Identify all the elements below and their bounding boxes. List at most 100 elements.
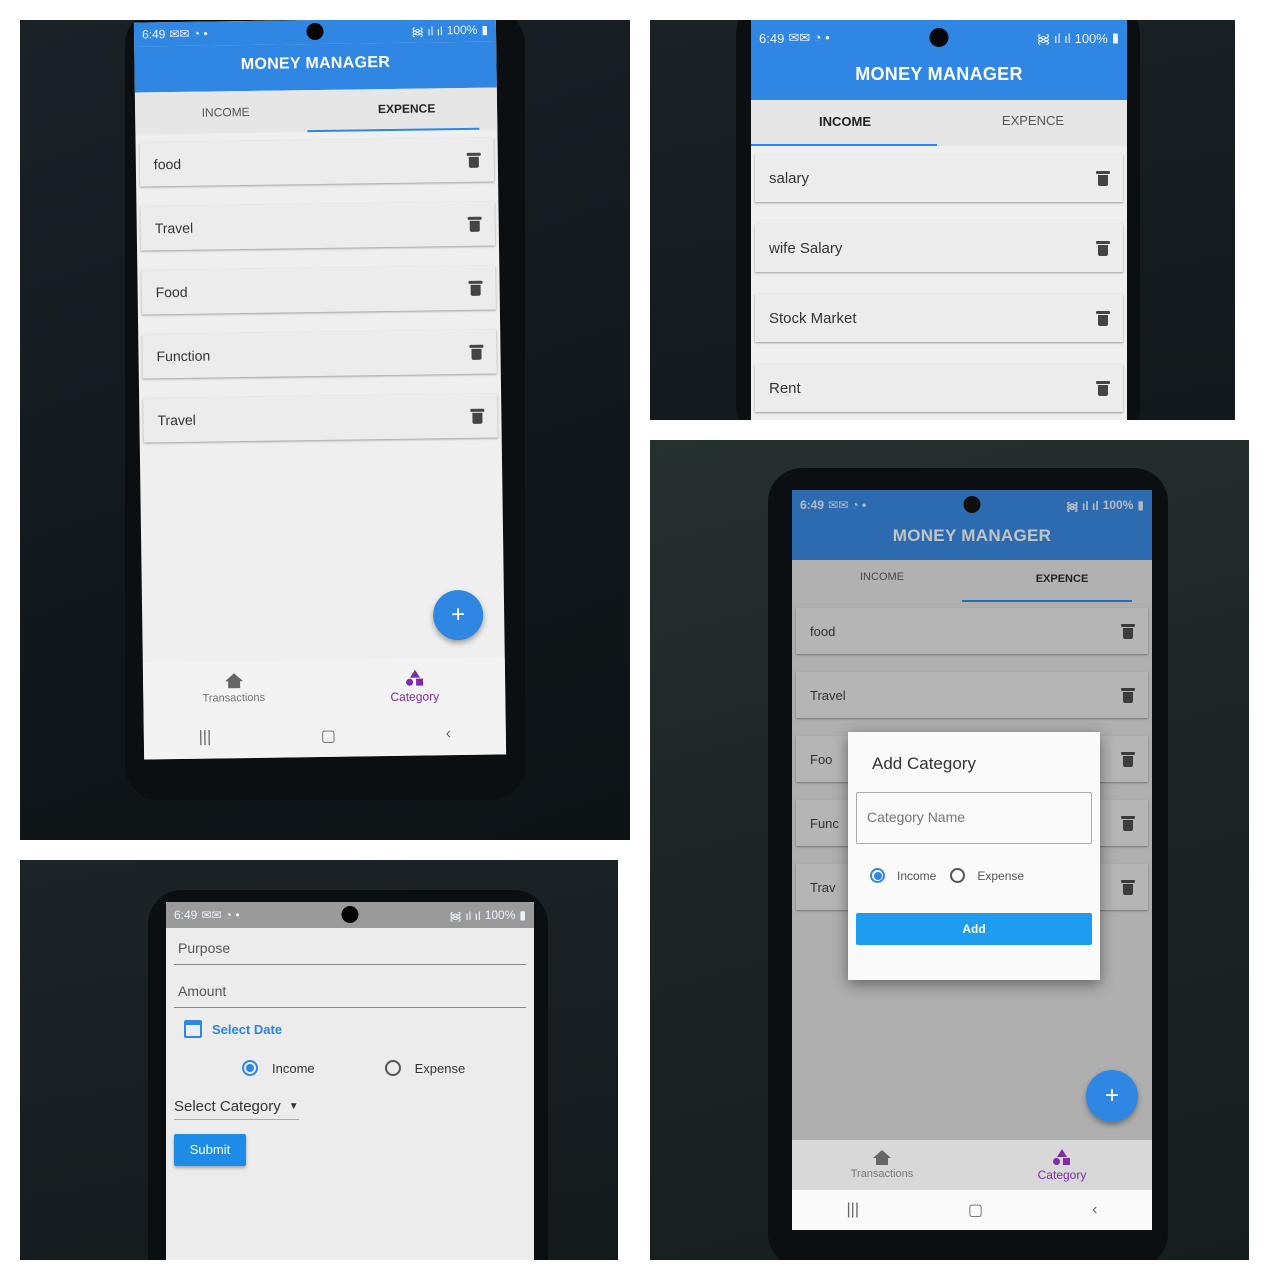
home-icon xyxy=(224,673,243,689)
category-name: Food xyxy=(155,283,188,301)
add-category-dialog: Add Category Category Name Income Expens… xyxy=(848,732,1100,980)
dialog-title: Add Category xyxy=(872,754,976,773)
category-name: salary xyxy=(769,169,810,187)
home-icon xyxy=(873,1150,891,1165)
add-button[interactable]: Add xyxy=(856,913,1092,945)
notification-icons: ✉✉ ◔ • xyxy=(169,26,208,42)
delete-icon[interactable] xyxy=(1096,170,1110,186)
list-item[interactable]: Food xyxy=(141,265,496,315)
delete-icon[interactable] xyxy=(1096,310,1110,326)
income-radio[interactable] xyxy=(870,868,885,883)
list-item[interactable]: Stock Market xyxy=(755,294,1123,342)
recents-icon[interactable]: ||| xyxy=(847,1201,859,1219)
income-category-list: salary wife Salary Stock Market Rent xyxy=(751,146,1127,412)
type-radio-group: Income Expense xyxy=(174,1060,524,1076)
delete-icon[interactable] xyxy=(469,216,481,231)
category-name: Function xyxy=(156,347,211,365)
expense-category-list: food Travel Food Function Travel xyxy=(135,129,501,443)
nav-transactions[interactable]: Transactions xyxy=(143,660,325,718)
category-name: Travel xyxy=(157,411,196,429)
signal-icon: ᯼ ıl ıl xyxy=(449,908,481,923)
expense-radio[interactable] xyxy=(384,1060,401,1076)
delete-icon[interactable] xyxy=(468,152,480,167)
tab-expense[interactable]: EXPENCE xyxy=(939,100,1127,146)
add-category-fab[interactable]: + xyxy=(1086,1070,1138,1122)
category-dropdown-label: Select Category xyxy=(174,1098,281,1115)
phone-frame: 6:49 ✉✉ ◔ • ᯼ ıl ıl 100% ▮ Purpose Amount S… xyxy=(148,890,548,1260)
camera-hole xyxy=(341,906,359,923)
notification-icons: ✉✉ ◔ • xyxy=(201,908,240,922)
list-item[interactable]: Rent xyxy=(755,364,1123,412)
tab-bar: INCOME EXPENCE xyxy=(751,100,1127,146)
delete-icon[interactable] xyxy=(470,344,482,359)
status-bar: 6:49 ✉✉ ◔ • ᯼ ıl ıl 100% ▮ xyxy=(751,20,1127,56)
system-navigation: ||| ▢ ‹ xyxy=(143,712,507,760)
list-item[interactable]: Travel xyxy=(140,201,496,251)
page-title: MONEY MANAGER xyxy=(134,41,497,93)
nav-transactions[interactable]: Transactions xyxy=(792,1140,972,1190)
purpose-field[interactable]: Purpose xyxy=(174,928,526,965)
delete-icon[interactable] xyxy=(470,280,482,295)
expense-radio-label: Expense xyxy=(414,1060,466,1076)
bottom-navigation: Transactions Category xyxy=(142,657,506,718)
nav-transactions-label: Transactions xyxy=(850,1168,914,1180)
phone-frame: 6:49 ✉✉ ◔ • ᯼ ıl ıl 100% ▮ MONEY MANAGER IN… xyxy=(768,468,1168,1260)
expense-radio-label: Expense xyxy=(977,868,1025,883)
list-item[interactable]: Travel xyxy=(143,393,498,443)
category-name: food xyxy=(153,155,182,173)
bottom-navigation: Transactions Category xyxy=(792,1140,1152,1190)
system-navigation: ||| ▢ ‹ xyxy=(792,1190,1152,1230)
category-name-input[interactable]: Category Name xyxy=(856,792,1092,844)
category-name: Travel xyxy=(154,219,194,237)
select-date-label: Select Date xyxy=(212,1021,283,1037)
calendar-icon xyxy=(184,1020,202,1038)
income-radio-label: Income xyxy=(272,1060,315,1076)
amount-field[interactable]: Amount xyxy=(174,971,526,1008)
submit-button[interactable]: Submit xyxy=(174,1134,246,1166)
phone-frame: 6:49 ✉✉ ◔ • ᯼ ıl ıl 100% ▮ MONEY MANAGER IN… xyxy=(736,20,1140,420)
category-name: Stock Market xyxy=(769,309,857,327)
battery-text: 100% xyxy=(1074,30,1108,46)
expense-radio[interactable] xyxy=(950,868,966,883)
signal-icon: ᯼ ıl ıl xyxy=(1036,31,1071,46)
camera-hole xyxy=(306,22,324,41)
delete-icon[interactable] xyxy=(1096,240,1110,256)
page-title: MONEY MANAGER xyxy=(751,56,1127,100)
nav-category-label: Category xyxy=(390,688,440,704)
back-icon[interactable]: ‹ xyxy=(1092,1201,1097,1219)
screenshot-expense-categories: 6:49 ✉✉ ◔ • ᯼ ıl ıl 100% ▮ MONEY MANAGER IN… xyxy=(20,20,630,840)
list-item[interactable]: salary xyxy=(755,154,1123,202)
notification-icons: ✉✉ ◔ • xyxy=(788,30,830,45)
home-button-icon[interactable]: ▢ xyxy=(321,726,336,746)
battery-text: 100% xyxy=(484,908,516,922)
nav-category[interactable]: Category xyxy=(324,657,506,715)
battery-icon: ▮ xyxy=(1111,30,1119,45)
list-item[interactable]: food xyxy=(139,137,495,187)
back-icon[interactable]: ‹ xyxy=(446,725,452,743)
delete-icon[interactable] xyxy=(1096,380,1110,396)
list-item[interactable]: wife Salary xyxy=(755,224,1123,272)
screenshot-add-transaction: 6:49 ✉✉ ◔ • ᯼ ıl ıl 100% ▮ Purpose Amount S… xyxy=(20,860,618,1260)
nav-category[interactable]: Category xyxy=(972,1140,1152,1190)
tab-expense[interactable]: EXPENCE xyxy=(316,88,498,133)
income-radio-label: Income xyxy=(897,868,937,883)
delete-icon[interactable] xyxy=(471,408,483,423)
select-date-button[interactable]: Select Date xyxy=(174,1020,524,1038)
phone-screen: 6:49 ✉✉ ◔ • ᯼ ıl ıl 100% ▮ Purpose Amount S… xyxy=(166,902,534,1260)
dropdown-arrow-icon: ▼ xyxy=(288,1101,299,1112)
category-dropdown[interactable]: Select Category ▼ xyxy=(174,1098,299,1120)
tab-income[interactable]: INCOME xyxy=(135,90,317,135)
screenshot-income-categories: 6:49 ✉✉ ◔ • ᯼ ıl ıl 100% ▮ MONEY MANAGER IN… xyxy=(650,20,1235,420)
tab-income[interactable]: INCOME xyxy=(751,100,939,146)
income-radio[interactable] xyxy=(242,1060,258,1076)
camera-hole xyxy=(929,28,949,47)
status-time: 6:49 xyxy=(759,30,785,46)
status-time: 6:49 xyxy=(174,908,198,922)
recents-icon[interactable]: ||| xyxy=(199,729,212,747)
category-name: Rent xyxy=(769,379,801,397)
list-item[interactable]: Function xyxy=(142,329,497,379)
home-button-icon[interactable]: ▢ xyxy=(968,1200,983,1220)
nav-transactions-label: Transactions xyxy=(202,691,266,705)
status-time: 6:49 xyxy=(141,27,166,42)
add-category-fab[interactable]: + xyxy=(432,589,484,641)
